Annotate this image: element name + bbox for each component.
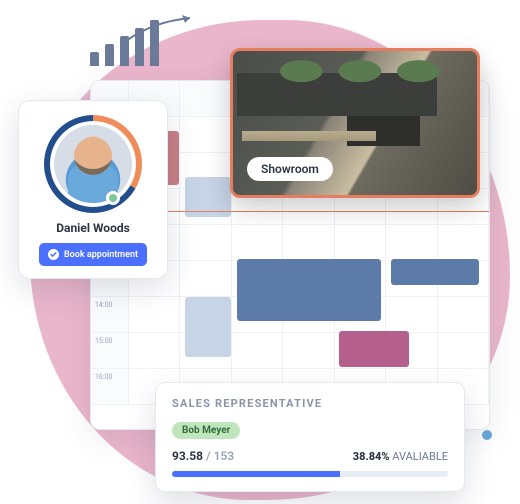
sales-count: 93.58 / 153 [172, 449, 234, 463]
availability-bar [172, 471, 448, 477]
sales-rep-card: SALES REPRESENTATIVE Bob Meyer 93.58 / 1… [155, 382, 465, 492]
time-label: 14:00 [91, 297, 129, 333]
decor-dot [482, 430, 492, 440]
showroom-photo[interactable]: Showroom [230, 48, 480, 198]
sales-title: SALES REPRESENTATIVE [172, 397, 448, 410]
book-appointment-button[interactable]: Book appointment [39, 243, 147, 266]
availability-label: 38.84% AVALIABLE [353, 450, 448, 463]
calendar-event[interactable] [391, 259, 479, 285]
profile-name: Daniel Woods [31, 221, 155, 235]
time-label: 16:00 [91, 369, 129, 405]
avatar [54, 125, 132, 203]
avatar-ring [44, 115, 142, 213]
showroom-chip: Showroom [247, 157, 333, 181]
time-label: 15:00 [91, 333, 129, 369]
status-online-icon [106, 191, 120, 205]
check-circle-icon [48, 249, 59, 260]
calendar-event[interactable] [237, 259, 381, 321]
profile-card: Daniel Woods Book appointment [18, 100, 168, 279]
calendar-event[interactable] [339, 331, 409, 367]
book-button-label: Book appointment [64, 250, 138, 260]
calendar-event[interactable] [185, 297, 231, 357]
rep-name-chip[interactable]: Bob Meyer [172, 422, 240, 439]
growth-chart-icon [90, 20, 159, 66]
